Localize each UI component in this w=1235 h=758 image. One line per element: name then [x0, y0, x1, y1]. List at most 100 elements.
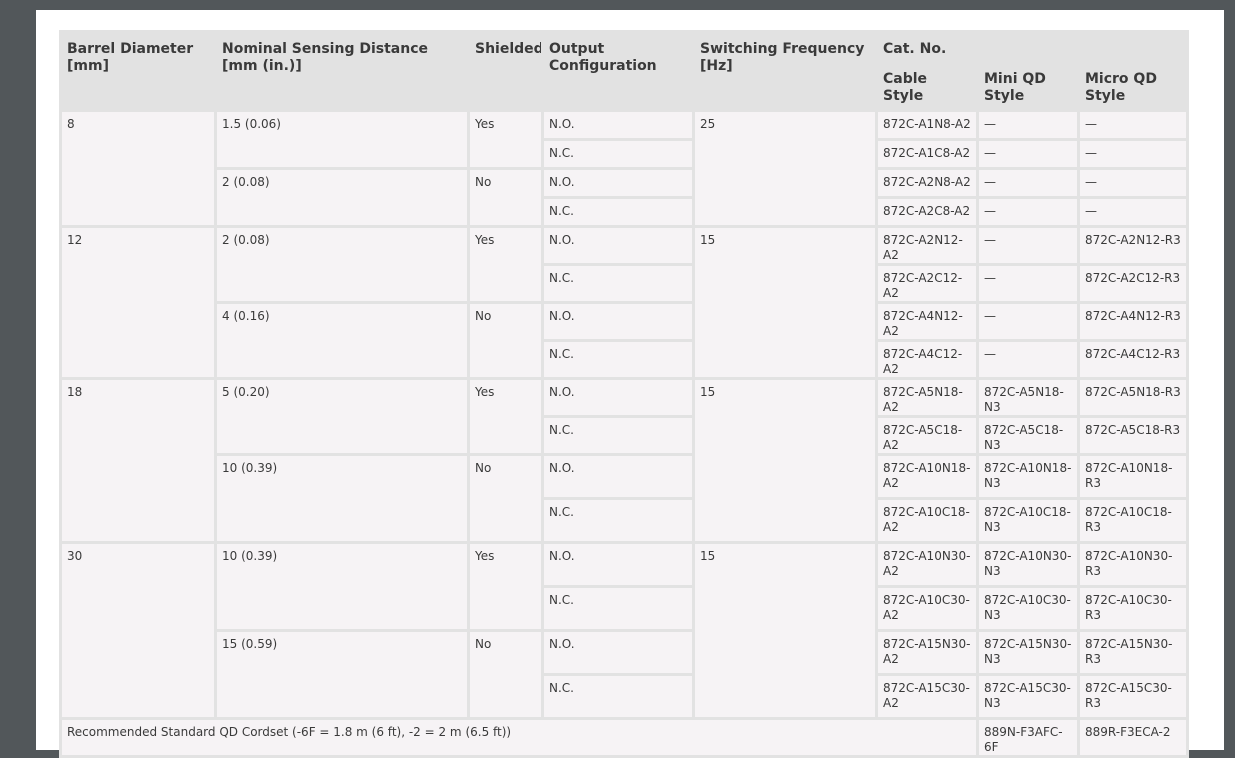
table-row: 18 5 (0.20) Yes N.O. 15 872C-A5N18-A2 87…	[62, 380, 1186, 541]
micro-qd-cell: 872C-A2N12-R3	[1080, 228, 1186, 263]
cordset-label: Recommended Standard QD Cordset (-6F = 1…	[62, 720, 976, 755]
output-cell: N.C.	[544, 500, 692, 541]
sensing-distance-cell: 5 (0.20)	[217, 380, 467, 453]
sensing-distance-cell: 10 (0.39)	[217, 456, 467, 541]
cable-style-cell: 872C-A5N18-A2	[878, 380, 976, 415]
barrel-diameter-cell: 8	[62, 112, 214, 225]
mini-qd-cell: 872C-A10N18-N3	[979, 456, 1077, 497]
header-nominal-sensing-distance: Nominal Sensing Distance [mm (in.)]	[217, 33, 467, 109]
mini-qd-cell: —	[979, 304, 1077, 339]
micro-qd-cell: 872C-A5N18-R3	[1080, 380, 1186, 415]
barrel-diameter-cell: 18	[62, 380, 214, 541]
cable-style-cell: 872C-A10C18-A2	[878, 500, 976, 541]
output-cell: N.O.	[544, 632, 692, 673]
cable-style-cell: 872C-A1N8-A2	[878, 112, 976, 138]
table-row: 15 (0.59) No N.O. 872C-A15N30-A2 872C-A1…	[62, 632, 1186, 717]
mini-qd-cell: —	[979, 199, 1077, 225]
mini-qd-cell: —	[979, 266, 1077, 301]
mini-qd-cell: 872C-A10C30-N3	[979, 588, 1077, 629]
header-barrel-diameter: Barrel Diameter [mm]	[62, 33, 214, 109]
cable-style-cell: 872C-A2C12-A2	[878, 266, 976, 301]
cable-style-cell: 872C-A15N30-A2	[878, 632, 976, 673]
header-switching-frequency: Switching Frequency [Hz]	[695, 33, 875, 109]
table-row: 30 10 (0.39) Yes N.O. 15 872C-A10N30-A2 …	[62, 544, 1186, 717]
output-cell: N.O.	[544, 544, 692, 585]
mini-qd-cell: 872C-A15C30-N3	[979, 676, 1077, 717]
mini-qd-cell: —	[979, 112, 1077, 138]
output-cell: N.C.	[544, 418, 692, 453]
cable-style-cell: 872C-A10N30-A2	[878, 544, 976, 585]
cordset-mini-qd: 889N-F3AFC-6F	[979, 720, 1077, 755]
output-cell: N.O.	[544, 456, 692, 497]
header-mini-qd-style: Mini QD Style	[979, 63, 1077, 109]
barrel-diameter-cell: 30	[62, 544, 214, 717]
cable-style-cell: 872C-A5C18-A2	[878, 418, 976, 453]
cable-style-cell: 872C-A2N8-A2	[878, 170, 976, 196]
micro-qd-cell: 872C-A10N30-R3	[1080, 544, 1186, 585]
output-cell: N.C.	[544, 199, 692, 225]
output-cell: N.C.	[544, 266, 692, 301]
header-cat-no: Cat. No.	[878, 33, 1186, 60]
output-cell: N.C.	[544, 342, 692, 377]
cable-style-cell: 872C-A10N18-A2	[878, 456, 976, 497]
micro-qd-cell: 872C-A15N30-R3	[1080, 632, 1186, 673]
mini-qd-cell: 872C-A10C18-N3	[979, 500, 1077, 541]
sensing-distance-cell: 15 (0.59)	[217, 632, 467, 717]
shielded-cell: Yes	[470, 228, 541, 301]
cordset-micro-qd: 889R-F3ECA-2	[1080, 720, 1186, 755]
mini-qd-cell: 872C-A15N30-N3	[979, 632, 1077, 673]
cable-style-cell: 872C-A15C30-A2	[878, 676, 976, 717]
micro-qd-cell: 872C-A4C12-R3	[1080, 342, 1186, 377]
frequency-cell: 15	[695, 228, 875, 377]
output-cell: N.O.	[544, 380, 692, 415]
sensing-distance-cell: 2 (0.08)	[217, 228, 467, 301]
table-row: 8 1.5 (0.06) Yes N.O. 25 872C-A1N8-A2 — …	[62, 112, 1186, 225]
output-cell: N.C.	[544, 676, 692, 717]
mini-qd-cell: —	[979, 170, 1077, 196]
mini-qd-cell: —	[979, 342, 1077, 377]
micro-qd-cell: —	[1080, 112, 1186, 138]
mini-qd-cell: 872C-A5N18-N3	[979, 380, 1077, 415]
sensing-distance-cell: 2 (0.08)	[217, 170, 467, 225]
micro-qd-cell: —	[1080, 170, 1186, 196]
cable-style-cell: 872C-A2N12-A2	[878, 228, 976, 263]
table-row: 12 2 (0.08) Yes N.O. 15 872C-A2N12-A2 — …	[62, 228, 1186, 377]
sensing-distance-cell: 10 (0.39)	[217, 544, 467, 629]
micro-qd-cell: 872C-A2C12-R3	[1080, 266, 1186, 301]
cable-style-cell: 872C-A4N12-A2	[878, 304, 976, 339]
micro-qd-cell: 872C-A10C18-R3	[1080, 500, 1186, 541]
table-row: 2 (0.08) No N.O. 872C-A2N8-A2 — —	[62, 170, 1186, 225]
shielded-cell: Yes	[470, 112, 541, 167]
output-cell: N.O.	[544, 112, 692, 138]
mini-qd-cell: 872C-A5C18-N3	[979, 418, 1077, 453]
output-cell: N.C.	[544, 588, 692, 629]
mini-qd-cell: 872C-A10N30-N3	[979, 544, 1077, 585]
header-micro-qd-style: Micro QD Style	[1080, 63, 1186, 109]
shielded-cell: Yes	[470, 544, 541, 629]
header-shielded: Shielded	[470, 33, 541, 109]
header-output-configuration: Output Configuration	[544, 33, 692, 109]
frequency-cell: 15	[695, 544, 875, 717]
cable-style-cell: 872C-A2C8-A2	[878, 199, 976, 225]
document-page: Barrel Diameter [mm] Nominal Sensing Dis…	[36, 10, 1224, 758]
shielded-cell: No	[470, 170, 541, 225]
mini-qd-cell: —	[979, 228, 1077, 263]
frequency-cell: 15	[695, 380, 875, 541]
micro-qd-cell: —	[1080, 141, 1186, 167]
cable-style-cell: 872C-A4C12-A2	[878, 342, 976, 377]
micro-qd-cell: 872C-A5C18-R3	[1080, 418, 1186, 453]
header-cable-style: Cable Style	[878, 63, 976, 109]
output-cell: N.C.	[544, 141, 692, 167]
shielded-cell: No	[470, 456, 541, 541]
frequency-cell: 25	[695, 112, 875, 225]
micro-qd-cell: 872C-A10C30-R3	[1080, 588, 1186, 629]
cable-style-cell: 872C-A1C8-A2	[878, 141, 976, 167]
catalog-table: Barrel Diameter [mm] Nominal Sensing Dis…	[59, 30, 1189, 758]
output-cell: N.O.	[544, 304, 692, 339]
micro-qd-cell: —	[1080, 199, 1186, 225]
shielded-cell: No	[470, 632, 541, 717]
shielded-cell: No	[470, 304, 541, 377]
micro-qd-cell: 872C-A4N12-R3	[1080, 304, 1186, 339]
cordset-row: Recommended Standard QD Cordset (-6F = 1…	[62, 720, 1186, 755]
shielded-cell: Yes	[470, 380, 541, 453]
